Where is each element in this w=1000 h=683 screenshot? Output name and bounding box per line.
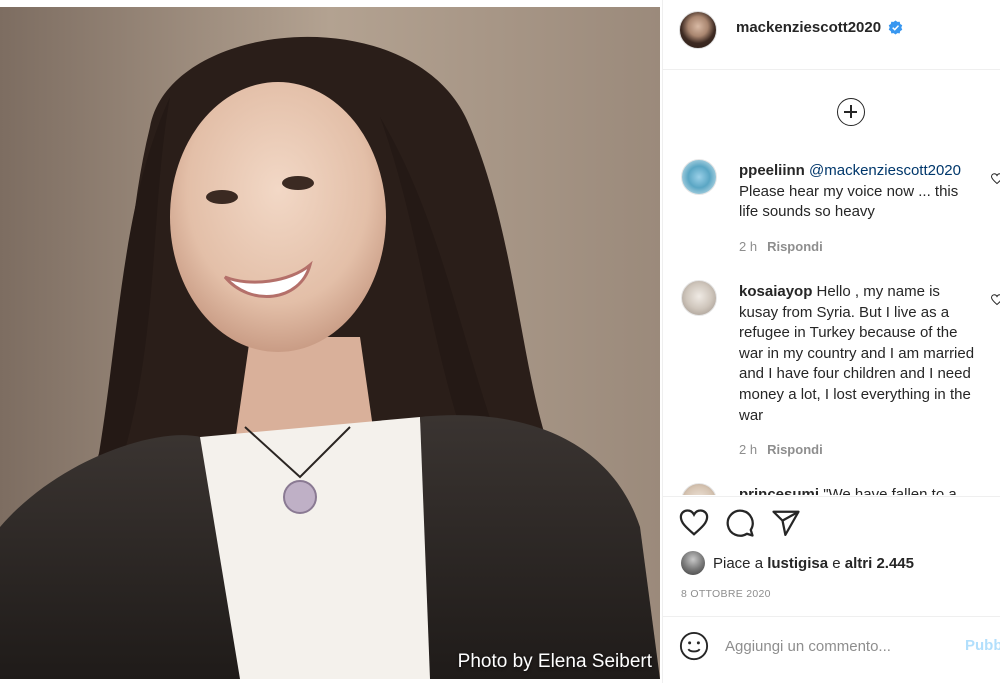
comment-bubble-icon[interactable] <box>725 508 755 538</box>
post-side-panel: mackenziescott2020 ppeeliinn @mackenzies… <box>662 0 1000 683</box>
paper-plane-icon[interactable] <box>771 508 801 538</box>
reply-button[interactable]: Rispondi <box>767 442 823 457</box>
commenter-avatar[interactable] <box>681 159 717 195</box>
comment-heart-icon[interactable] <box>991 173 1000 185</box>
comment-text: Please hear my voice now ... this life s… <box>739 182 959 221</box>
comment-heart-icon[interactable] <box>991 294 1000 306</box>
comment-input[interactable] <box>725 631 955 661</box>
photo-credit: Photo by Elena Seibert <box>457 651 652 672</box>
comment-username[interactable]: kosaiayop <box>739 283 812 300</box>
reply-button[interactable]: Rispondi <box>767 239 823 254</box>
heart-icon[interactable] <box>679 508 709 538</box>
likes-connector: e <box>832 554 841 572</box>
commenter-avatar[interactable] <box>681 280 717 316</box>
likes-prefix: Piace a <box>713 554 764 572</box>
likes-user[interactable]: lustigisa <box>767 555 828 572</box>
comment-time: 2 h <box>739 239 758 254</box>
post-photo[interactable]: Photo by Elena Seibert <box>0 7 660 679</box>
comment-body: princesumi "We have fallen to a <box>739 485 977 495</box>
comment-body: kosaiayop Hello , my name is kusay from … <box>739 282 977 426</box>
post-date[interactable]: 8 OTTOBRE 2020 <box>681 588 771 600</box>
plus-circle-icon[interactable] <box>837 98 865 126</box>
likes-others[interactable]: altri 2.445 <box>845 555 914 572</box>
author-username[interactable]: mackenziescott2020 <box>736 19 881 36</box>
commenter-avatar[interactable] <box>681 483 717 495</box>
comment-username[interactable]: princesumi <box>739 486 819 495</box>
comment-username[interactable]: ppeeliinn <box>739 162 805 179</box>
post-actions <box>663 508 1000 548</box>
portrait-image <box>0 7 660 679</box>
verified-badge-icon <box>888 20 903 35</box>
likes-summary[interactable]: Piace a lustigisa e altri 2.445 <box>681 551 914 575</box>
comments-list[interactable]: ppeeliinn @mackenziescott2020 Please hea… <box>663 145 1000 495</box>
actions-divider <box>663 496 1000 497</box>
publish-button[interactable]: Pubblica <box>965 637 1000 654</box>
smiley-icon[interactable] <box>679 631 709 661</box>
comment-mention[interactable]: @mackenziescott2020 <box>809 162 961 179</box>
comment-time: 2 h <box>739 442 758 457</box>
liker-avatar <box>681 551 705 575</box>
comment-meta: 2 h Rispondi <box>739 239 823 254</box>
comment-text: "We have fallen to a <box>823 486 957 495</box>
add-comment-section: Pubblica <box>663 616 1000 683</box>
comment-text: Hello , my name is kusay from Syria. But… <box>739 283 975 424</box>
post-header: mackenziescott2020 <box>663 0 1000 70</box>
author-avatar[interactable] <box>679 11 717 49</box>
comment-meta: 2 h Rispondi <box>739 442 823 457</box>
comment-body: ppeeliinn @mackenziescott2020 Please hea… <box>739 161 977 223</box>
